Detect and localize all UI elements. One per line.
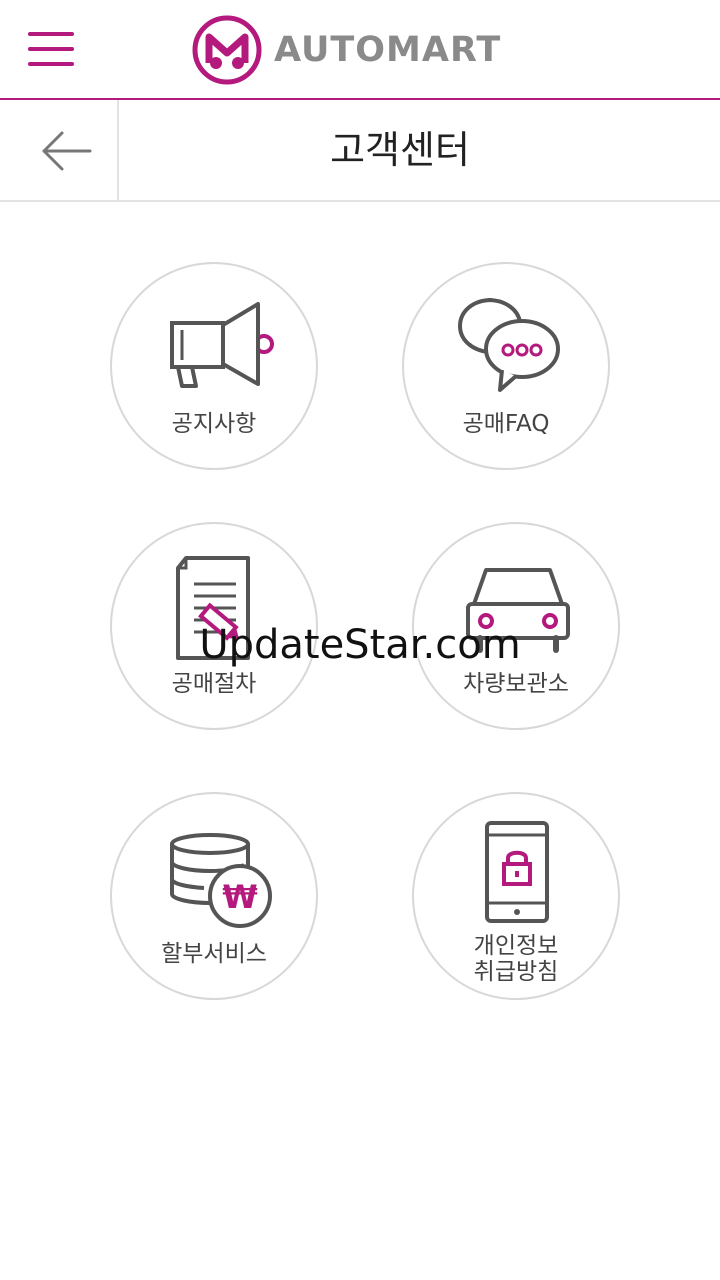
chat-bubbles-icon: [457, 298, 560, 392]
brand-name: AUTOMART: [274, 30, 502, 70]
menu-item-label-line2: 취급방침: [473, 959, 559, 985]
menu-item-installment[interactable]: ₩ 할부서비스: [110, 792, 318, 1000]
top-bar: AUTOMART: [0, 0, 720, 100]
menu-item-label: 차량보관소: [463, 671, 569, 697]
menu-item-label: 공매절차: [171, 671, 257, 697]
menu-item-label: 공지사항: [171, 411, 257, 437]
arrow-left-icon: [42, 131, 92, 171]
automart-logo[interactable]: AUTOMART: [192, 14, 501, 86]
page-title: 고객센터: [330, 128, 470, 172]
menu-item-process[interactable]: 공매절차: [110, 522, 318, 730]
menu-item-label: 할부서비스: [161, 941, 267, 967]
menu-item-notice[interactable]: 공지사항: [110, 262, 318, 470]
svg-text:₩: ₩: [222, 878, 257, 916]
megaphone-icon: [170, 302, 274, 388]
menu-item-privacy-policy[interactable]: 개인정보 취급방침: [412, 792, 620, 1000]
logo-mark-icon: [192, 15, 262, 85]
car-icon: [466, 568, 570, 653]
menu-item-label: 공매FAQ: [462, 411, 550, 437]
document-pencil-icon: [176, 556, 250, 660]
phone-lock-icon: [485, 821, 549, 923]
menu-item-label-line1: 개인정보: [473, 933, 559, 959]
menu-item-faq[interactable]: 공매FAQ: [402, 262, 610, 470]
sub-header: 고객센터: [0, 100, 720, 202]
menu-item-vehicle-storage[interactable]: 차량보관소: [412, 522, 620, 730]
back-button[interactable]: [0, 100, 119, 200]
database-won-icon: ₩: [170, 833, 272, 928]
hamburger-menu-icon[interactable]: [28, 32, 76, 68]
